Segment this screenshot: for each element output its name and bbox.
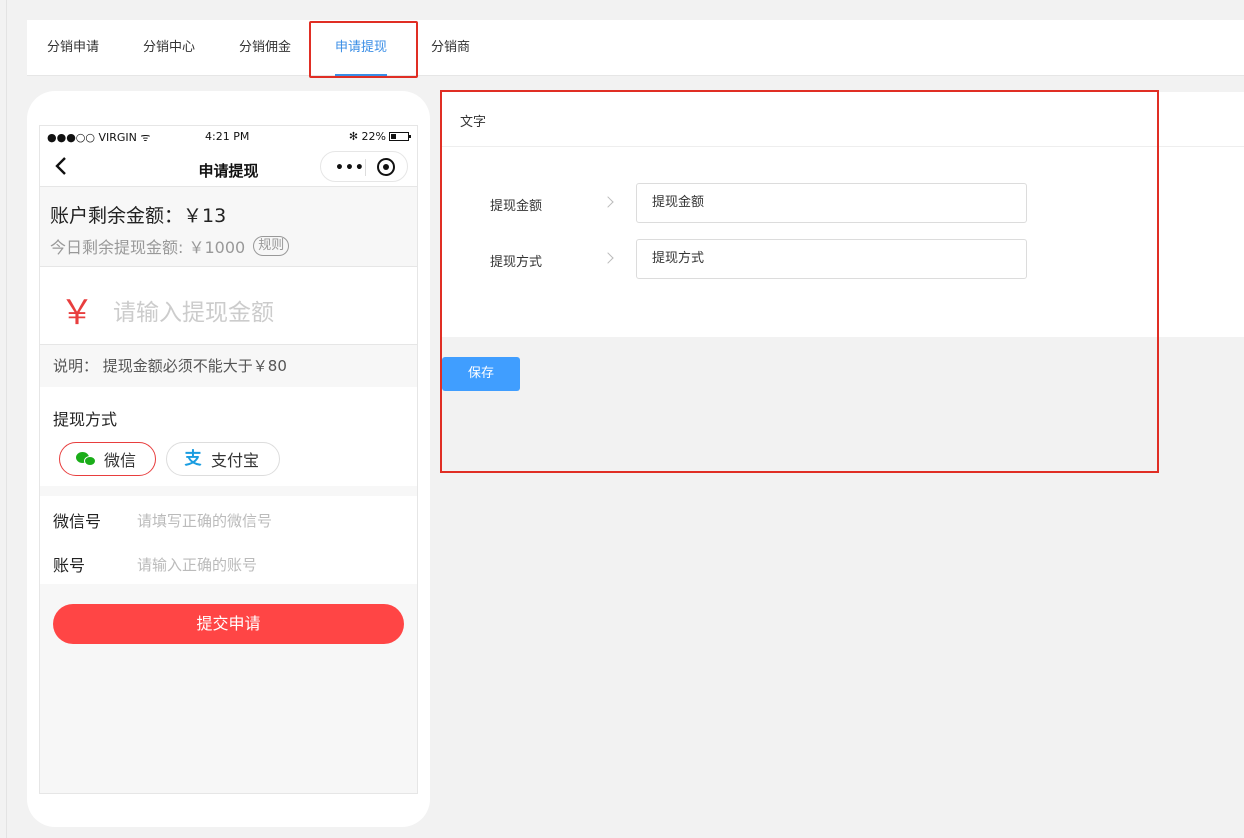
account-balance: 账户剩余金额：￥13 [50, 205, 227, 227]
balance-section: 账户剩余金额：￥13 今日剩余提现金额: ￥1000 规则 [40, 187, 417, 267]
capsule-menu: ••• [320, 151, 408, 182]
settings-panel-header: 文字 [442, 92, 1244, 147]
account-label: 账号 [53, 556, 86, 575]
tab-apply-withdraw[interactable]: 申请提现 [335, 20, 388, 76]
chevron-right-icon [602, 196, 614, 208]
chevron-right-icon [602, 252, 614, 264]
daily-limit-text: 今日剩余提现金额: ￥1000 [50, 238, 246, 257]
method-title: 提现方式 [53, 410, 118, 429]
save-button[interactable]: 保存 [442, 357, 520, 391]
mini-program-navbar: 申请提现 ••• [40, 146, 417, 187]
account-row[interactable]: 账号 请输入正确的账号 [53, 552, 257, 576]
alipay-icon: 支 [184, 449, 202, 469]
battery-icon [389, 132, 411, 141]
rule-badge[interactable]: 规则 [253, 236, 290, 256]
wechat-icon [76, 451, 96, 467]
status-bar: ●●●○○ VIRGIN ᯤ 4:21 PM ✻ 22% [40, 126, 417, 146]
wechat-option-label: 微信 [104, 451, 137, 470]
battery-status: ✻ 22% [348, 130, 411, 143]
amount-input[interactable]: 请输入提现金额 [113, 293, 274, 327]
phone-screen: ●●●○○ VIRGIN ᯤ 4:21 PM ✻ 22% 申请提现 ••• 账户… [39, 125, 418, 794]
tab-distributors[interactable]: 分销商 [431, 20, 470, 76]
battery-percent: ✻ 22% [348, 130, 386, 143]
carrier-label: ●●●○○ VIRGIN ᯤ [47, 131, 151, 144]
more-dots-icon[interactable]: ••• [335, 160, 365, 176]
daily-limit: 今日剩余提现金额: ￥1000 规则 [50, 234, 290, 258]
withdraw-amount-text-input[interactable]: 提现金额 [636, 183, 1027, 223]
close-target-icon[interactable] [377, 158, 395, 176]
tab-distribution-commission[interactable]: 分销佣金 [239, 20, 291, 76]
submit-application-button[interactable]: 提交申请 [53, 604, 404, 644]
amount-input-section[interactable]: ￥ 请输入提现金额 [40, 267, 417, 345]
status-time: 4:21 PM [205, 130, 250, 143]
withdraw-note: 说明： 提现金额必须不能大于￥80 [40, 345, 417, 387]
yuan-icon: ￥ [60, 293, 94, 333]
withdraw-method-label: 提现方式 [490, 255, 543, 270]
alipay-option-label: 支付宝 [211, 451, 260, 470]
account-fields: 微信号 请填写正确的微信号 账号 请输入正确的账号 [40, 496, 417, 584]
tab-bar: 分销申请 分销中心 分销佣金 申请提现 分销商 [27, 20, 1244, 76]
settings-form: 提现金额 提现金额 提现方式 提现方式 [442, 147, 1244, 337]
wechat-id-row[interactable]: 微信号 请填写正确的微信号 [53, 508, 272, 532]
wechat-id-label: 微信号 [53, 512, 102, 531]
withdraw-method-section: 提现方式 微信 支 支付宝 [40, 387, 417, 486]
tab-distribution-center[interactable]: 分销中心 [143, 20, 195, 76]
capsule-divider [365, 159, 366, 176]
wechat-id-input[interactable]: 请填写正确的微信号 [137, 510, 272, 531]
withdraw-amount-label: 提现金额 [490, 199, 543, 214]
alipay-option-button[interactable]: 支 支付宝 [166, 442, 280, 476]
withdraw-method-text-input[interactable]: 提现方式 [636, 239, 1027, 279]
tab-distribution-apply[interactable]: 分销申请 [47, 20, 99, 76]
page-left-border [6, 0, 7, 838]
settings-panel-title: 文字 [460, 115, 487, 130]
account-input[interactable]: 请输入正确的账号 [137, 554, 257, 575]
wechat-option-button[interactable]: 微信 [59, 442, 156, 476]
